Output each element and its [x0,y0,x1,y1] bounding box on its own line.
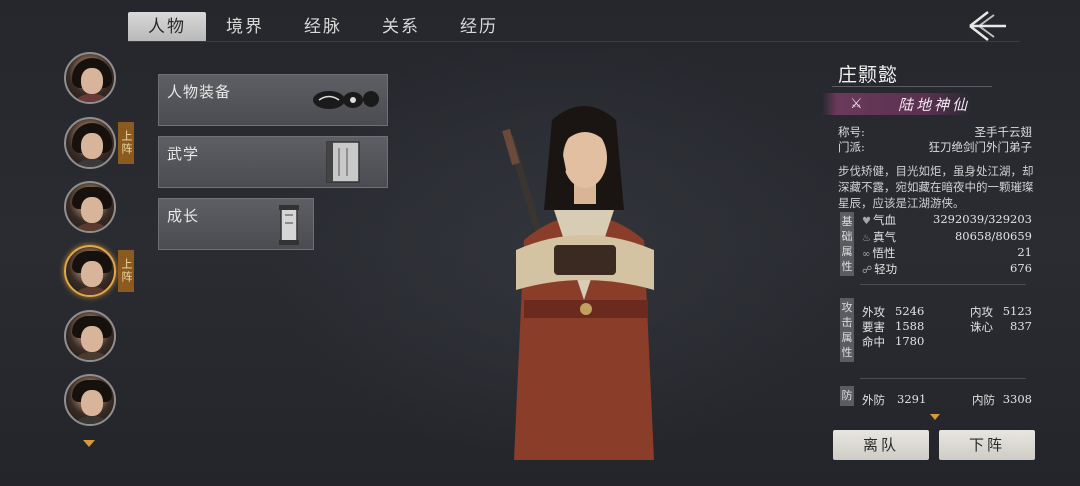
martial-arts-label: 武学 [167,145,200,163]
ext-defense-value: 3291 [897,392,927,406]
pierce-value: 837 [1010,319,1032,333]
martial-arts-card[interactable]: 武学 [158,136,388,188]
agility-stat: ☍ 轻功 [862,261,897,277]
ext-attack-label: 外攻 [862,305,885,319]
sect-value: 狂刀绝剑门外门弟子 [928,140,1033,154]
roster-avatar-2[interactable] [64,117,116,169]
mp-label: 真气 [872,230,896,244]
realm-emblem-icon: ⚔ [850,96,863,112]
hit-value: 1780 [895,334,925,348]
growth-card[interactable]: 成长 [158,198,314,250]
gear-thumbnail-icon [313,91,379,109]
section-divider [860,378,1026,379]
character-portrait [502,106,654,460]
hit-label: 命中 [862,335,885,349]
growth-label: 成长 [167,207,200,225]
int-defense-value: 3308 [1002,392,1032,406]
wisdom-value: 21 [1017,245,1032,259]
pierce-label: 诛心 [970,320,993,334]
hp-label: 气血 [872,213,896,227]
hp-value: 3292039/329203 [933,212,1032,226]
equipment-label: 人物装备 [167,83,232,101]
scroll-more-chevron-icon[interactable] [930,414,940,420]
sect-label: 门派: [838,140,865,154]
crit-label: 要害 [862,320,885,334]
tab-realm[interactable]: 境界 [206,12,284,42]
back-arrow-button[interactable] [962,8,1012,44]
tab-meridians[interactable]: 经脉 [284,12,362,42]
roster-avatar-6[interactable] [64,374,116,426]
character-description: 步伐矫健，目光如炬，虽身处江湖，却深藏不露，宛如藏在暗夜中的一颗璀璨星辰，应该是… [838,164,1034,210]
leave-party-button[interactable]: 离队 [833,430,929,460]
attack-attributes-tag: 攻击属性 [840,298,854,362]
flame-icon: ♨ [862,233,871,244]
crit-value: 1588 [895,319,925,333]
title-label: 称号: [838,125,865,139]
defense-attributes-tag: 防 [840,386,854,406]
agility-value: 676 [1010,261,1032,275]
mp-value: 80658/80659 [954,229,1032,243]
back-arrow-icon [969,11,1006,41]
section-divider [860,284,1026,285]
heart-icon: ♥ [862,216,871,227]
name-divider [832,86,992,87]
ext-attack-value: 5246 [895,304,925,318]
roster-avatar-4-selected[interactable] [64,245,116,297]
retire-button[interactable]: 下阵 [939,430,1035,460]
title-value: 圣手千云翅 [974,125,1033,139]
realm-title: 陆地神仙 [898,96,971,114]
ext-defense-label: 外防 [862,393,885,407]
roster-avatar-3[interactable] [64,181,116,233]
tab-relations[interactable]: 关系 [362,12,440,42]
foot-icon: ☍ [862,265,873,276]
int-attack-value: 5123 [1002,304,1032,318]
nav-divider [128,41,1020,42]
roster-avatar-5[interactable] [64,310,116,362]
top-tab-bar: 人物 境界 经脉 关系 经历 [128,12,518,42]
chevron-down-icon[interactable] [83,440,95,447]
basic-attributes-tag: 基础属性 [840,212,854,276]
deployed-badge: 上阵 [118,122,134,164]
mp-stat: ♨ 真气 [862,229,896,245]
int-attack-label: 内攻 [970,305,993,319]
tab-history[interactable]: 经历 [440,12,518,42]
deployed-badge: 上阵 [118,250,134,292]
agility-label: 轻功 [874,262,898,276]
int-defense-label: 内防 [972,393,995,407]
roster-avatar-1[interactable] [64,52,116,104]
wisdom-stat: ∞ 悟性 [862,245,895,261]
wisdom-label: 悟性 [872,246,896,260]
tab-character[interactable]: 人物 [128,12,206,42]
hp-stat: ♥ 气血 [862,212,896,228]
scroll-book-icon [326,141,360,183]
mind-icon: ∞ [862,249,871,260]
scroll-icon [279,205,299,245]
equipment-card[interactable]: 人物装备 [158,74,388,126]
character-name: 庄颢懿 [838,64,899,86]
